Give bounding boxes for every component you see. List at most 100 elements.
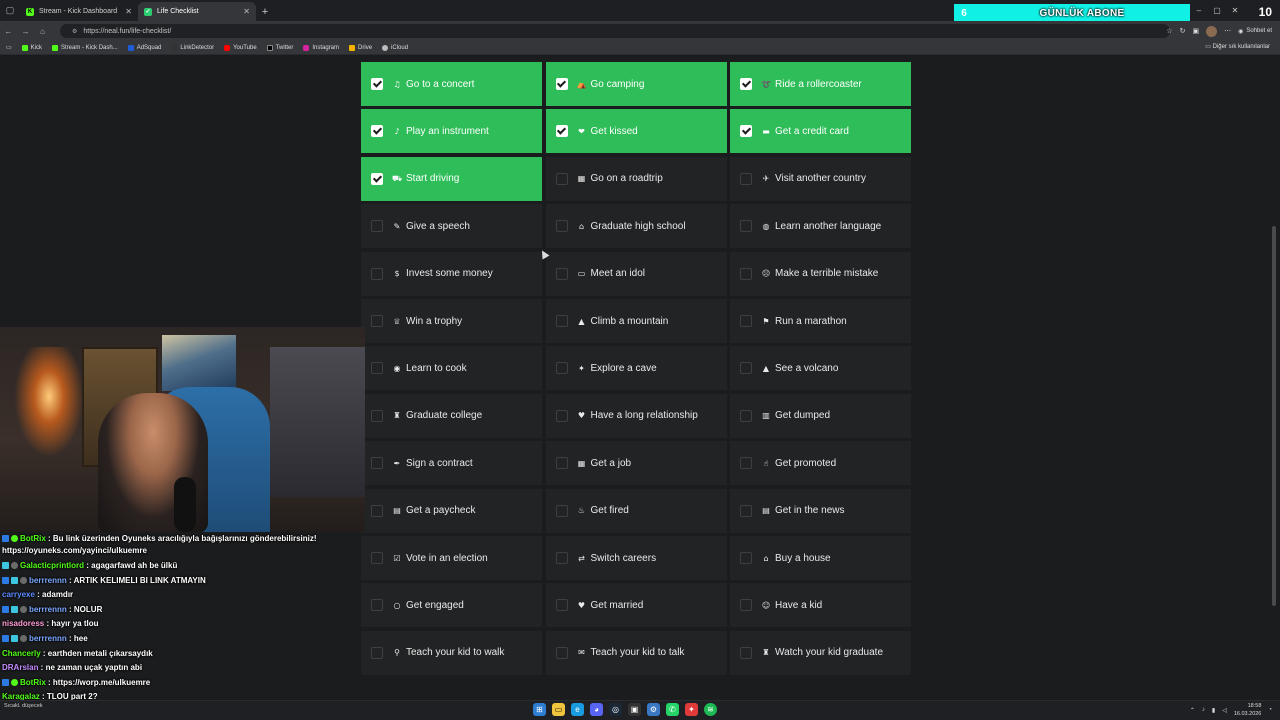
checkbox-unchecked[interactable]	[555, 315, 568, 327]
volume-icon[interactable]: ◁	[1222, 707, 1227, 714]
profile-avatar[interactable]	[1206, 25, 1218, 37]
checkbox-unchecked[interactable]	[371, 504, 383, 517]
settings-gear-icon[interactable]: ⚙	[647, 703, 660, 716]
checkbox-unchecked[interactable]	[740, 646, 752, 659]
checkbox-unchecked[interactable]	[371, 457, 383, 470]
checklist-item[interactable]: ⛟ Start driving	[361, 156, 542, 201]
tab-kick-dashboard[interactable]: K Stream - Kick Dashboard ✕	[20, 2, 138, 21]
bookmark-drive[interactable]: Drive	[349, 44, 372, 51]
checkbox-checked[interactable]	[740, 78, 752, 90]
bookmark-adsquad[interactable]: AdSquad	[127, 44, 161, 51]
back-arrow-icon[interactable]: ←	[0, 21, 17, 41]
checkbox-checked[interactable]	[555, 78, 568, 90]
bookmark-twitter[interactable]: Twitter	[266, 44, 293, 51]
bookmark-linkdetector[interactable]: LinkDetector	[171, 44, 214, 51]
checkbox-unchecked[interactable]	[740, 504, 752, 517]
checklist-item[interactable]: ☑ Vote in an election	[361, 536, 542, 580]
checklist-item[interactable]: ✦ Explore a cave	[545, 346, 727, 391]
checkbox-unchecked[interactable]	[555, 362, 568, 375]
weather-widget[interactable]: Sıcakl. düşecek	[4, 703, 43, 710]
maximize-icon[interactable]: ▢	[1210, 0, 1224, 20]
checklist-item[interactable]: ♨ Get fired	[545, 488, 727, 533]
checkbox-unchecked[interactable]	[371, 362, 383, 375]
checkbox-unchecked[interactable]	[371, 552, 383, 564]
checklist-item[interactable]: ⌂ Graduate high school	[545, 204, 727, 249]
minimize-icon[interactable]: –	[1192, 0, 1206, 20]
checkbox-unchecked[interactable]	[555, 220, 568, 233]
checklist-item[interactable]: ✈ Visit another country	[730, 156, 911, 201]
checkbox-checked[interactable]	[371, 78, 383, 90]
checkbox-unchecked[interactable]	[555, 504, 568, 517]
mic-icon[interactable]: ♪	[1202, 707, 1205, 713]
checklist-item[interactable]: ☝ Get promoted	[730, 441, 911, 486]
checkbox-unchecked[interactable]	[740, 172, 752, 185]
close-icon[interactable]: ✕	[125, 7, 132, 16]
checklist-item[interactable]: ✒ Sign a contract	[361, 441, 542, 486]
home-icon[interactable]: ⌂	[34, 21, 51, 41]
checkbox-unchecked[interactable]	[371, 599, 383, 612]
spotify-icon[interactable]: ≋	[704, 703, 717, 716]
checklist-item[interactable]: ◉ Learn to cook	[361, 346, 542, 391]
checklist-item[interactable]: ▦ Get a job	[545, 441, 727, 486]
more-menu-icon[interactable]: ⋯	[1224, 27, 1231, 35]
checklist-item[interactable]: ♕ Win a trophy	[361, 299, 542, 343]
checklist-item[interactable]: ♪ Play an instrument	[361, 109, 542, 154]
checklist-item[interactable]: ⚲ Teach your kid to walk	[361, 630, 542, 675]
edge-icon[interactable]: e	[571, 703, 584, 716]
checkbox-unchecked[interactable]	[555, 552, 568, 564]
checkbox-unchecked[interactable]	[740, 457, 752, 470]
checklist-item[interactable]: ⇄ Switch careers	[545, 536, 727, 580]
checklist-item[interactable]: ◍ Learn another language	[730, 204, 911, 249]
checklist-item[interactable]: ▤ Get a paycheck	[361, 488, 542, 533]
bookmark-youtube[interactable]: YouTube	[224, 44, 257, 51]
checklist-item[interactable]: ▭ Meet an idol	[545, 251, 727, 296]
checkbox-checked[interactable]	[371, 125, 383, 138]
start-icon[interactable]: ⊞	[533, 703, 546, 716]
checkbox-unchecked[interactable]	[555, 409, 568, 422]
checkbox-unchecked[interactable]	[555, 457, 568, 470]
checklist-item[interactable]: ▲ See a volcano	[730, 346, 911, 391]
checkbox-checked[interactable]	[371, 172, 383, 185]
checkbox-unchecked[interactable]	[371, 646, 383, 659]
close-icon[interactable]: ✕	[243, 7, 250, 16]
discord-icon[interactable]: ◕	[590, 703, 603, 716]
checkbox-checked[interactable]	[555, 125, 568, 138]
close-window-icon[interactable]: ✕	[1228, 0, 1242, 20]
checklist-item[interactable]: ♥ Have a long relationship	[545, 393, 727, 438]
tab-life-checklist[interactable]: ✓ Life Checklist ✕	[138, 2, 256, 21]
checkbox-unchecked[interactable]	[740, 362, 752, 375]
checklist-item[interactable]: ♫ Go to a concert	[361, 62, 542, 106]
checklist-item[interactable]: ⚑ Run a marathon	[730, 299, 911, 343]
checklist-item[interactable]: ▥ Get dumped	[730, 393, 911, 438]
checkbox-unchecked[interactable]	[371, 220, 383, 233]
url-field[interactable]: ⚙ https://neal.fun/life-checklist/	[60, 24, 1170, 38]
refresh-icon[interactable]: ↻	[1180, 27, 1186, 35]
checklist-item[interactable]: ♥ Get married	[545, 583, 727, 628]
checkbox-unchecked[interactable]	[371, 409, 383, 422]
notification-bell-icon[interactable]: ◔	[1268, 707, 1272, 713]
checkbox-unchecked[interactable]	[740, 409, 752, 422]
checklist-item[interactable]: ▬ Get a credit card	[730, 109, 911, 154]
checklist-item[interactable]: ⛺ Go camping	[545, 62, 727, 106]
checkbox-checked[interactable]	[740, 125, 752, 138]
checkbox-unchecked[interactable]	[740, 552, 752, 564]
clock[interactable]: 18:58 16.03.2026	[1234, 702, 1262, 718]
checklist-item[interactable]: ▦ Go on a roadtrip	[545, 156, 727, 201]
chevron-up-icon[interactable]: ⌃	[1190, 707, 1195, 714]
game-launcher-icon[interactable]: ✦	[685, 703, 698, 716]
site-info-icon[interactable]: ⚙	[72, 28, 77, 35]
bookmark-apps-icon[interactable]: ▭	[6, 44, 12, 51]
checkbox-unchecked[interactable]	[371, 267, 383, 280]
checkbox-unchecked[interactable]	[740, 315, 752, 327]
checkbox-unchecked[interactable]	[555, 172, 568, 185]
network-icon[interactable]: ▮	[1212, 707, 1215, 714]
checklist-item[interactable]: ▤ Get in the news	[730, 488, 911, 533]
bookmark-kick-dashboard[interactable]: Stream - Kick Dash...	[52, 44, 118, 51]
file-explorer-icon[interactable]: ▭	[552, 703, 565, 716]
checkbox-unchecked[interactable]	[740, 599, 752, 612]
other-bookmarks-folder[interactable]: ▭ Diğer sık kullanılanlar	[1205, 43, 1270, 50]
checklist-item[interactable]: ☺ Have a kid	[730, 583, 911, 628]
checklist-item[interactable]: ✉ Teach your kid to talk	[545, 630, 727, 675]
chat-button[interactable]: ◉ Sohbet et	[1238, 28, 1272, 35]
checklist-item[interactable]: ♜ Watch your kid graduate	[730, 630, 911, 675]
